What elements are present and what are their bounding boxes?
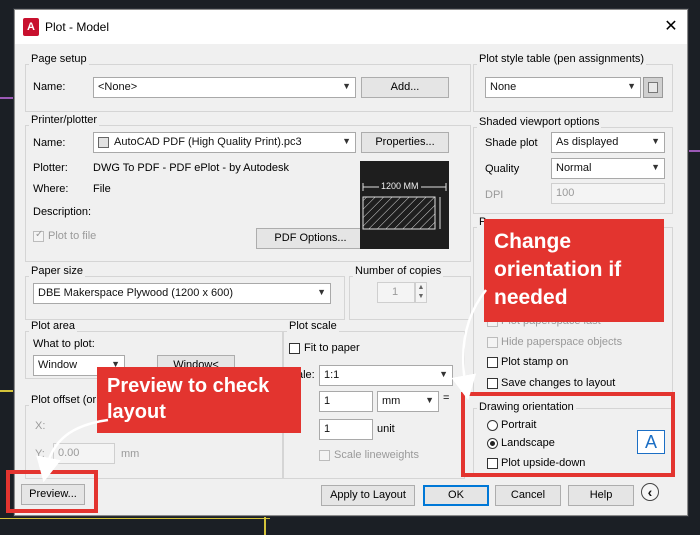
orientation-arrow [451,289,487,401]
preview-arrow [36,418,109,483]
callout-arrows [36,289,487,483]
